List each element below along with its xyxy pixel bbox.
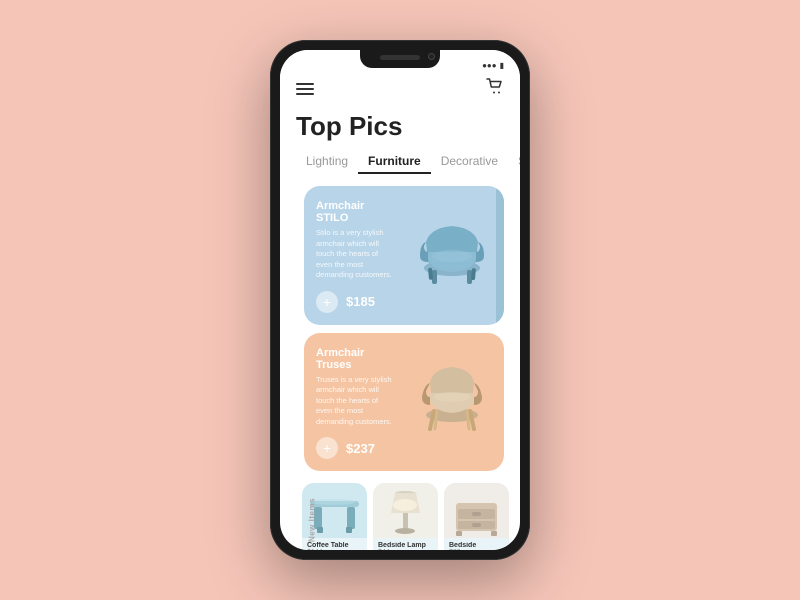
hamburger-line-1 <box>296 83 314 85</box>
tab-sale[interactable]: Sale <box>508 150 520 174</box>
phone-screen: ●●● ▮ Top Pics Lightin <box>280 50 520 550</box>
bedside-svg <box>444 483 509 538</box>
hamburger-menu-button[interactable] <box>296 83 314 95</box>
phone-wrapper: ●●● ▮ Top Pics Lightin <box>270 40 530 560</box>
content-area: Material furniture Armchair STILO Stilo … <box>280 186 520 550</box>
coffee-table-name: Coffee Table <box>307 542 362 549</box>
top-bar <box>280 72 520 107</box>
truses-image <box>402 347 492 437</box>
bedside-name: Bedside <box>449 542 504 549</box>
add-to-cart-stilo[interactable]: + <box>316 291 338 313</box>
product-footer-truses: + $237 <box>316 437 394 459</box>
page-title: Top Pics <box>280 107 520 150</box>
lamp-image <box>373 483 438 538</box>
tab-lighting[interactable]: Lighting <box>296 150 358 174</box>
price-truses: $237 <box>346 441 375 456</box>
product-name-truses: Armchair Truses <box>316 347 394 371</box>
add-to-cart-truses[interactable]: + <box>316 437 338 459</box>
price-stilo: $185 <box>346 294 375 309</box>
lamp-name: Bedside Lamp <box>378 542 433 549</box>
signal-icon: ●●● <box>482 61 497 70</box>
lamp-price: $44 <box>378 549 433 550</box>
hamburger-line-2 <box>296 88 314 90</box>
wooden-furniture-section: Wooden furniture Armchair Truses Truses … <box>280 333 520 472</box>
product-desc-stilo: Stilo is a very stylish armchair which w… <box>316 228 394 281</box>
product-footer-stilo: + $185 <box>316 291 394 313</box>
material-furniture-section: Material furniture Armchair STILO Stilo … <box>280 186 520 325</box>
bedside-price: $89 <box>449 549 504 550</box>
battery-icon: ▮ <box>500 61 504 70</box>
phone-speaker <box>380 55 420 60</box>
new-item-lamp[interactable]: Bedside Lamp $44 <box>373 483 438 550</box>
bedside-image <box>444 483 509 538</box>
new-items-row: Coffee Table $144 <box>302 483 512 550</box>
material-furniture-card: Armchair STILO Stilo is a very stylish a… <box>304 186 504 325</box>
lamp-svg <box>373 483 438 538</box>
phone-camera <box>428 53 435 60</box>
new-items-label: New Items <box>308 497 317 541</box>
wooden-furniture-card: Armchair Truses Truses is a very stylish… <box>304 333 504 472</box>
product-name-stilo: Armchair STILO <box>316 200 394 224</box>
cart-icon[interactable] <box>486 78 504 99</box>
stilo-image <box>402 200 492 290</box>
new-item-bedside[interactable]: Bedside $89 <box>444 483 509 550</box>
next-card-peek <box>496 186 504 325</box>
wooden-furniture-info: Armchair Truses Truses is a very stylish… <box>316 347 394 460</box>
armchair-stilo-svg <box>402 200 502 290</box>
lamp-info: Bedside Lamp $44 <box>373 538 438 550</box>
product-desc-truses: Truses is a very stylish armchair which … <box>316 375 394 428</box>
status-icons: ●●● ▮ <box>482 61 504 70</box>
coffee-table-price: $144 <box>307 549 362 550</box>
tab-decorative[interactable]: Decorative <box>431 150 508 174</box>
category-tabs: Lighting Furniture Decorative Sale <box>280 150 520 174</box>
material-furniture-info: Armchair STILO Stilo is a very stylish a… <box>316 200 394 313</box>
bedside-info: Bedside $89 <box>444 538 509 550</box>
new-items-section: New Items <box>280 479 520 550</box>
armchair-truses-svg <box>402 347 502 437</box>
tab-furniture[interactable]: Furniture <box>358 150 431 174</box>
hamburger-line-3 <box>296 93 314 95</box>
